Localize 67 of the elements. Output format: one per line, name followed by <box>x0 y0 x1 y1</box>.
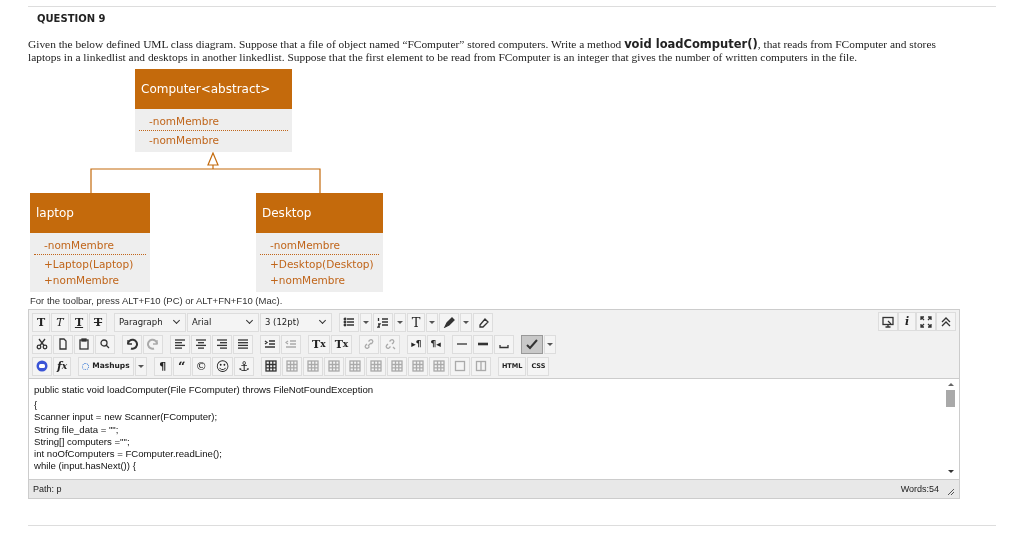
space-icon[interactable] <box>493 334 514 354</box>
dropdown-caret-icon[interactable] <box>543 334 556 354</box>
block-format-select[interactable]: Paragraph <box>114 312 186 332</box>
class-method: -nomMembre <box>148 133 221 148</box>
dropdown-caret-icon[interactable] <box>426 312 438 332</box>
italic-button[interactable]: T <box>51 312 69 332</box>
fullscreen-icon[interactable] <box>916 312 936 331</box>
align-right-icon[interactable] <box>212 334 232 354</box>
strikethrough-button[interactable]: T <box>89 312 107 332</box>
quote-button[interactable]: “ <box>172 356 191 376</box>
class-name: laptop <box>30 193 150 233</box>
scissors-icon[interactable] <box>32 334 52 354</box>
split-cell-icon[interactable] <box>470 356 491 376</box>
paragraph-mark-button[interactable]: ¶ <box>153 356 172 376</box>
justify-icon[interactable] <box>233 334 253 354</box>
question-title: QUESTION 9 <box>37 13 107 24</box>
search-icon[interactable] <box>95 334 115 354</box>
clipboard-icon[interactable] <box>74 334 94 354</box>
dropdown-caret-icon[interactable] <box>394 312 406 332</box>
question-text: Given the below defined UML class diagram. Suppose that a file of object named “FComputer” stored computers. Write a method void loadComputer(), that reads from FComputer and stores laptops in a linkedlist and desktops in another linkedlist. Suppose that the first element to be read from FComputer is an integer that gives the number of written computers in the file. <box>28 38 937 63</box>
class-method: +Desktop(Desktop) <box>269 257 375 272</box>
code-line: String[] computers =""; <box>34 435 131 448</box>
dropdown-caret-icon[interactable] <box>134 356 147 376</box>
bullet-list-icon[interactable] <box>339 312 359 332</box>
font-size-select[interactable]: 3 (12pt) <box>260 312 332 332</box>
copyright-button[interactable]: © <box>191 356 211 376</box>
undo-icon[interactable] <box>122 334 142 354</box>
info-button[interactable]: i <box>898 312 916 331</box>
class-method: +Laptop(Laptop) <box>43 257 135 272</box>
left-to-right-button[interactable]: ▸¶ <box>407 334 426 354</box>
underline-button[interactable]: T <box>70 312 88 332</box>
class-attribute: -nomMembre <box>148 114 221 129</box>
class-attribute: -nomMembre <box>269 238 342 253</box>
text-color-button[interactable]: T <box>407 312 425 332</box>
class-attribute: -nomMembre <box>43 238 116 253</box>
toolbar-hint: For the toolbar, press ALT+F10 (PC) or ALT+FN+F10 (Mac). <box>30 295 284 306</box>
table-icon[interactable] <box>260 356 281 376</box>
emoji-button[interactable]: ☺ <box>211 356 234 376</box>
font-select[interactable]: Arial <box>187 312 259 332</box>
align-center-icon[interactable] <box>191 334 211 354</box>
anchor-button[interactable]: ⚓ <box>234 356 254 376</box>
resize-grip-icon[interactable] <box>947 488 955 496</box>
code-line: String file_data = ""; <box>34 423 120 436</box>
code-line: while (input.hasNext()) { <box>34 460 137 473</box>
spellcheck-icon[interactable] <box>520 334 543 354</box>
dropdown-caret-icon[interactable] <box>360 312 372 332</box>
pen-icon[interactable] <box>439 312 459 332</box>
eraser-icon[interactable] <box>473 312 493 332</box>
code-line: int noOfComputers = FComputer.readLine(); <box>34 448 223 461</box>
class-name: Desktop <box>256 193 383 233</box>
class-method: +nomMembre <box>269 273 347 288</box>
element-path: Path: p <box>33 484 62 494</box>
class-method: +nomMembre <box>43 273 121 288</box>
word-count: Words:54 <box>900 484 939 494</box>
bold-button[interactable]: T <box>32 312 50 332</box>
monitor-icon[interactable] <box>878 312 898 331</box>
collapse-icon[interactable] <box>936 312 956 331</box>
code-line: public static void loadComputer(File FComputer) throws FileNotFoundException <box>34 384 375 397</box>
align-left-icon[interactable] <box>170 334 190 354</box>
code-line: Scanner input = new Scanner(FComputer); <box>34 411 219 424</box>
indent-icon[interactable] <box>260 334 280 354</box>
code-line: { <box>34 399 39 412</box>
dropdown-caret-icon[interactable] <box>460 312 472 332</box>
class-name: Computer<abstract> <box>135 69 292 109</box>
right-to-left-button[interactable]: ¶◂ <box>426 334 445 354</box>
document-icon[interactable] <box>53 334 73 354</box>
numbered-list-icon[interactable] <box>373 312 393 332</box>
